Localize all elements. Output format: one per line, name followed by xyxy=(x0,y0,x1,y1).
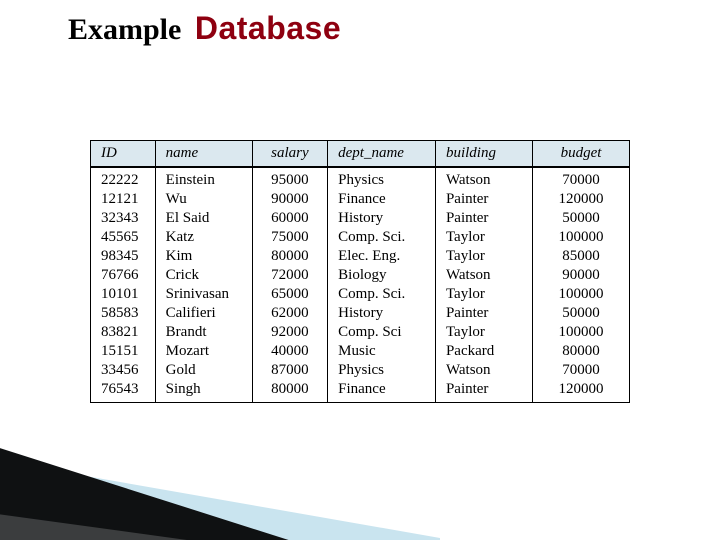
table-row: 22222Einstein95000PhysicsWatson70000 xyxy=(91,167,630,190)
col-header-dept-name: dept_name xyxy=(328,141,436,168)
cell-budget: 70000 xyxy=(532,361,629,380)
cell-name: Mozart xyxy=(155,342,252,361)
cell-dept-name: Physics xyxy=(328,361,436,380)
cell-name: Brandt xyxy=(155,323,252,342)
cell-salary: 95000 xyxy=(252,167,327,190)
cell-budget: 70000 xyxy=(532,167,629,190)
cell-name: Einstein xyxy=(155,167,252,190)
slide-title: Example Database xyxy=(68,12,341,45)
cell-name: Califieri xyxy=(155,304,252,323)
cell-building: Painter xyxy=(435,190,532,209)
col-header-id: ID xyxy=(91,141,156,168)
table-row: 32343El Said60000HistoryPainter50000 xyxy=(91,209,630,228)
table-row: 33456Gold87000PhysicsWatson70000 xyxy=(91,361,630,380)
cell-dept-name: Music xyxy=(328,342,436,361)
cell-name: Katz xyxy=(155,228,252,247)
cell-id: 22222 xyxy=(91,167,156,190)
cell-budget: 50000 xyxy=(532,304,629,323)
cell-id: 12121 xyxy=(91,190,156,209)
cell-budget: 120000 xyxy=(532,380,629,403)
decorative-swoosh xyxy=(0,410,440,540)
cell-building: Painter xyxy=(435,304,532,323)
cell-budget: 90000 xyxy=(532,266,629,285)
cell-salary: 40000 xyxy=(252,342,327,361)
cell-name: Srinivasan xyxy=(155,285,252,304)
cell-salary: 72000 xyxy=(252,266,327,285)
cell-budget: 50000 xyxy=(532,209,629,228)
cell-salary: 60000 xyxy=(252,209,327,228)
cell-dept-name: Physics xyxy=(328,167,436,190)
cell-salary: 90000 xyxy=(252,190,327,209)
table-row: 58583Califieri62000HistoryPainter50000 xyxy=(91,304,630,323)
cell-building: Painter xyxy=(435,380,532,403)
cell-id: 33456 xyxy=(91,361,156,380)
cell-id: 15151 xyxy=(91,342,156,361)
cell-salary: 87000 xyxy=(252,361,327,380)
cell-building: Painter xyxy=(435,209,532,228)
cell-id: 32343 xyxy=(91,209,156,228)
database-table: ID name salary dept_name building budget… xyxy=(90,140,630,403)
cell-name: Singh xyxy=(155,380,252,403)
cell-name: El Said xyxy=(155,209,252,228)
table-row: 98345Kim80000Elec. Eng.Taylor85000 xyxy=(91,247,630,266)
cell-budget: 100000 xyxy=(532,228,629,247)
database-table-wrap: ID name salary dept_name building budget… xyxy=(90,140,630,403)
cell-salary: 65000 xyxy=(252,285,327,304)
cell-name: Gold xyxy=(155,361,252,380)
cell-dept-name: Comp. Sci. xyxy=(328,228,436,247)
cell-id: 58583 xyxy=(91,304,156,323)
cell-dept-name: Comp. Sci. xyxy=(328,285,436,304)
cell-building: Taylor xyxy=(435,285,532,304)
cell-building: Taylor xyxy=(435,323,532,342)
cell-budget: 80000 xyxy=(532,342,629,361)
table-header-row: ID name salary dept_name building budget xyxy=(91,141,630,168)
table-row: 10101Srinivasan65000Comp. Sci.Taylor1000… xyxy=(91,285,630,304)
cell-dept-name: History xyxy=(328,304,436,323)
cell-building: Taylor xyxy=(435,228,532,247)
cell-budget: 100000 xyxy=(532,323,629,342)
cell-salary: 92000 xyxy=(252,323,327,342)
cell-budget: 85000 xyxy=(532,247,629,266)
col-header-salary: salary xyxy=(252,141,327,168)
cell-id: 10101 xyxy=(91,285,156,304)
table-row: 45565Katz75000Comp. Sci.Taylor100000 xyxy=(91,228,630,247)
cell-building: Watson xyxy=(435,361,532,380)
table-row: 76766Crick72000BiologyWatson90000 xyxy=(91,266,630,285)
title-word-2: Database xyxy=(195,10,341,46)
table-body: 22222Einstein95000PhysicsWatson700001212… xyxy=(91,167,630,403)
cell-building: Taylor xyxy=(435,247,532,266)
cell-budget: 100000 xyxy=(532,285,629,304)
cell-dept-name: Finance xyxy=(328,190,436,209)
col-header-building: building xyxy=(435,141,532,168)
cell-name: Kim xyxy=(155,247,252,266)
cell-name: Crick xyxy=(155,266,252,285)
cell-dept-name: Comp. Sci xyxy=(328,323,436,342)
col-header-name: name xyxy=(155,141,252,168)
cell-id: 76543 xyxy=(91,380,156,403)
table-row: 12121Wu90000FinancePainter120000 xyxy=(91,190,630,209)
col-header-budget: budget xyxy=(532,141,629,168)
cell-salary: 80000 xyxy=(252,247,327,266)
cell-name: Wu xyxy=(155,190,252,209)
cell-salary: 62000 xyxy=(252,304,327,323)
cell-building: Watson xyxy=(435,266,532,285)
cell-dept-name: Elec. Eng. xyxy=(328,247,436,266)
table-row: 83821Brandt92000Comp. SciTaylor100000 xyxy=(91,323,630,342)
cell-dept-name: Finance xyxy=(328,380,436,403)
cell-dept-name: History xyxy=(328,209,436,228)
cell-salary: 75000 xyxy=(252,228,327,247)
table-row: 76543Singh80000FinancePainter120000 xyxy=(91,380,630,403)
cell-building: Packard xyxy=(435,342,532,361)
cell-id: 76766 xyxy=(91,266,156,285)
cell-id: 98345 xyxy=(91,247,156,266)
title-word-1: Example xyxy=(68,13,181,46)
cell-building: Watson xyxy=(435,167,532,190)
cell-id: 83821 xyxy=(91,323,156,342)
cell-budget: 120000 xyxy=(532,190,629,209)
cell-dept-name: Biology xyxy=(328,266,436,285)
table-row: 15151Mozart40000MusicPackard80000 xyxy=(91,342,630,361)
cell-id: 45565 xyxy=(91,228,156,247)
cell-salary: 80000 xyxy=(252,380,327,403)
